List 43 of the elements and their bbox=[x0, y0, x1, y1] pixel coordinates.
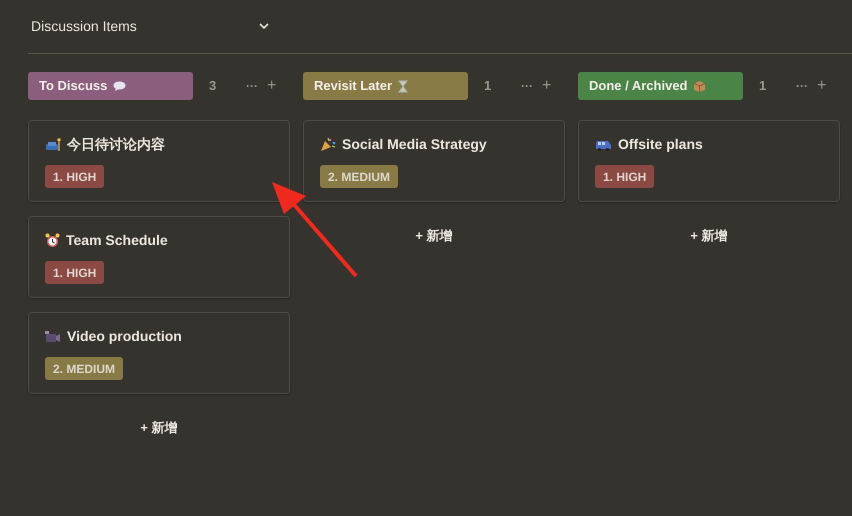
card[interactable]: Team Schedule 1. HIGH bbox=[28, 216, 290, 298]
card[interactable]: Social Media Strategy 2. MEDIUM bbox=[303, 120, 565, 202]
minibus-icon bbox=[595, 138, 612, 150]
column-header[interactable]: To Discuss bbox=[28, 72, 193, 100]
priority-tag: 1. HIGH bbox=[45, 165, 104, 188]
column-header[interactable]: Done / Archived bbox=[578, 72, 743, 100]
alarm-clock-icon bbox=[45, 233, 60, 248]
priority-tag: 1. HIGH bbox=[45, 261, 104, 284]
priority-tag: 2. MEDIUM bbox=[45, 357, 124, 380]
new-item-button[interactable]: + 新增 bbox=[415, 226, 453, 246]
card[interactable]: Offsite plans 1. HIGH bbox=[578, 120, 840, 202]
sofa-icon bbox=[45, 138, 61, 152]
column-title: Revisit Later bbox=[314, 77, 392, 96]
party-popper-icon bbox=[320, 137, 336, 152]
card-title: Video production bbox=[67, 327, 182, 346]
new-item-button[interactable]: + 新增 bbox=[140, 418, 178, 438]
card-title: Offsite plans bbox=[618, 135, 703, 154]
item-count: 1 bbox=[759, 77, 768, 96]
hourglass-icon bbox=[398, 80, 408, 92]
card-title: Social Media Strategy bbox=[342, 135, 487, 154]
add-button[interactable]: + bbox=[542, 78, 552, 94]
card-title: 今日待讨论内容 bbox=[67, 135, 165, 154]
card-title: Team Schedule bbox=[66, 231, 168, 250]
column-title: Done / Archived bbox=[589, 77, 688, 96]
chevron-down-icon[interactable] bbox=[258, 23, 269, 30]
priority-tag: 2. MEDIUM bbox=[320, 165, 398, 188]
new-item-button[interactable]: + 新增 bbox=[690, 226, 728, 246]
add-button[interactable]: + bbox=[267, 78, 276, 94]
item-count: 3 bbox=[209, 77, 218, 96]
priority-tag: 1. HIGH bbox=[595, 165, 654, 188]
box-icon bbox=[693, 80, 706, 92]
column-title: To Discuss bbox=[39, 77, 108, 96]
video-camera-icon bbox=[45, 330, 61, 342]
column-header[interactable]: Revisit Later bbox=[303, 72, 468, 100]
more-button[interactable]: ··· bbox=[246, 80, 258, 92]
card[interactable]: 今日待讨论内容 1. HIGH bbox=[28, 120, 290, 202]
view-title[interactable]: Discussion Items bbox=[31, 16, 137, 37]
item-count: 1 bbox=[484, 77, 492, 96]
speech-bubble-icon bbox=[113, 80, 126, 92]
more-button[interactable]: ··· bbox=[796, 80, 808, 92]
card[interactable]: Video production 2. MEDIUM bbox=[28, 312, 290, 394]
more-button[interactable]: ··· bbox=[521, 80, 533, 92]
add-button[interactable]: + bbox=[817, 78, 826, 94]
